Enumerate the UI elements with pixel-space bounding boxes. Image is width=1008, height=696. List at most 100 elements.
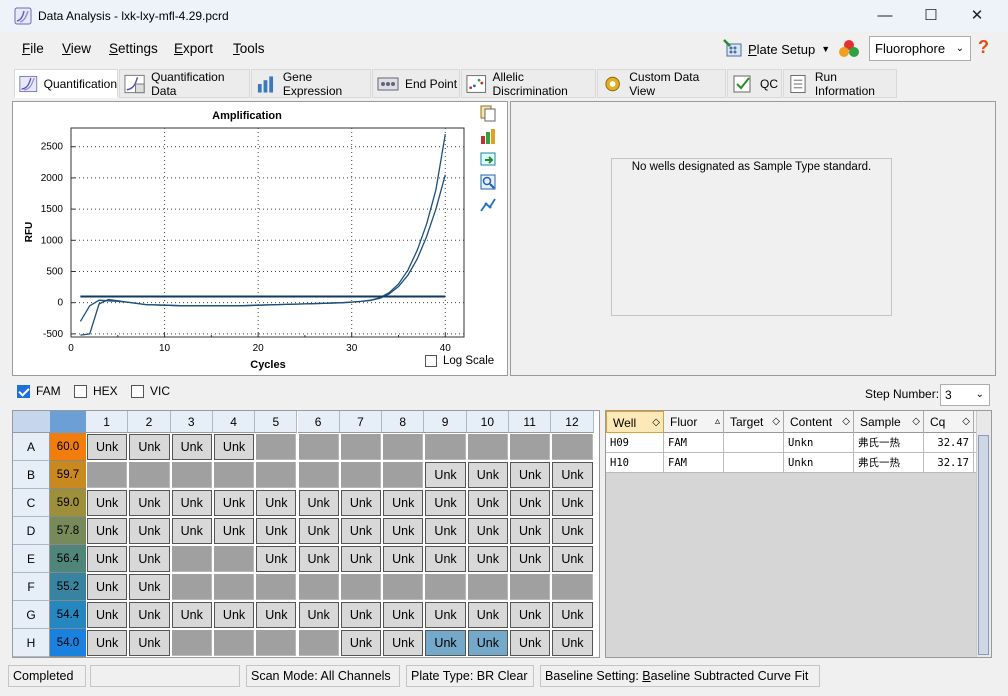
plate-well-empty[interactable] [552,574,593,600]
chart-options-icon[interactable] [479,127,497,145]
plate-well[interactable]: Unk [129,574,170,600]
plate-well-empty[interactable] [340,574,382,600]
plate-well[interactable]: Unk [171,602,212,628]
plate-well[interactable]: Unk [213,490,255,516]
plate-well[interactable]: Unk [129,602,170,628]
menu-settings[interactable]: Settings [109,41,158,56]
plate-column-header[interactable]: 3 [170,411,213,433]
plate-well[interactable]: Unk [256,602,297,628]
plate-well[interactable]: Unk [510,462,551,488]
plate-well[interactable]: Unk [425,490,466,516]
tab-quantification[interactable]: Quantification [14,69,118,98]
log-scale-toggle[interactable]: Log Scale [425,355,494,367]
plate-well[interactable]: Unk [467,490,508,516]
plate-well[interactable]: Unk [213,434,255,460]
zoom-icon[interactable] [479,173,497,191]
copy-icon[interactable] [479,104,497,122]
plate-well[interactable]: Unk [340,602,382,628]
step-number-select[interactable]: 3 ⌄ [940,384,990,406]
plate-well-empty[interactable] [171,630,212,656]
plate-well-empty[interactable] [298,462,339,488]
plate-column-header[interactable]: 11 [509,411,552,433]
plate-well-empty[interactable] [256,462,297,488]
plate-column-header[interactable]: 10 [466,411,509,433]
minimize-button[interactable]: — [862,0,908,32]
plate-well-empty[interactable] [510,574,551,600]
tab-allelic-discrimination[interactable]: Allelic Discrimination [461,69,596,98]
plate-well[interactable]: Unk [298,490,339,516]
well-table[interactable]: Well ◇ Fluor ▵ Target ◇ Content ◇ Sample ◇ Cq… [605,410,992,658]
sort-icon[interactable]: ◇ [652,412,660,434]
menu-view[interactable]: View [62,41,91,56]
plate-well[interactable]: Unk [129,490,170,516]
plate-column-header[interactable]: 9 [424,411,467,433]
plate-well[interactable]: Unk [298,602,339,628]
column-header-cq[interactable]: Cq ◇ [924,411,974,433]
plate-well[interactable]: Unk [425,602,466,628]
plate-well[interactable]: Unk [552,602,593,628]
plate-well[interactable]: Unk [171,490,212,516]
plate-well[interactable]: Unk [425,546,466,572]
plate-column-header[interactable]: 8 [382,411,425,433]
plate-well-empty[interactable] [171,574,212,600]
plate-row-header[interactable]: H [13,629,50,657]
plate-well-empty[interactable] [510,434,551,460]
plate-well[interactable]: Unk [467,630,508,656]
plate-well[interactable]: Unk [256,518,297,544]
plate-well-empty[interactable] [425,434,466,460]
plate-well[interactable]: Unk [383,518,424,544]
sort-icon[interactable]: ◇ [772,411,780,433]
plate-well-empty[interactable] [340,434,382,460]
plate-well[interactable]: Unk [383,602,424,628]
plate-view[interactable]: 1 2 3 4 5 6 7 8 9 10 11 12 A 60.0 Unk Unk Unk Unk B 59.7 Unk… [12,410,600,658]
plate-well[interactable]: Unk [383,546,424,572]
plate-well[interactable]: Unk [467,518,508,544]
fluorophore-select[interactable]: Fluorophore ⌄ [869,36,971,61]
plate-well-empty[interactable] [383,434,424,460]
plate-well-empty[interactable] [87,462,128,488]
plate-row-header[interactable]: D [13,517,50,545]
plate-well-empty[interactable] [340,462,382,488]
column-header-sample[interactable]: Sample ◇ [854,411,924,433]
plate-well[interactable]: Unk [340,630,382,656]
plate-well[interactable]: Unk [425,462,466,488]
vic-checkbox[interactable] [131,384,144,398]
menu-tools[interactable]: Tools [233,41,265,56]
plate-well-empty[interactable] [383,462,424,488]
log-scale-checkbox[interactable] [425,355,437,367]
plate-well[interactable]: Unk [552,462,593,488]
plate-well[interactable]: Unk [87,630,128,656]
tab-run-information[interactable]: Run Information [783,69,897,98]
sort-icon[interactable]: ◇ [912,411,920,433]
plate-well[interactable]: Unk [510,630,551,656]
plate-well-empty[interactable] [298,574,339,600]
plate-well[interactable]: Unk [467,602,508,628]
plate-well[interactable]: Unk [298,518,339,544]
plate-well-empty[interactable] [256,434,297,460]
tab-quantification-data[interactable]: Quantification Data [119,69,250,98]
plate-column-header[interactable]: 1 [86,411,129,433]
plate-well-empty[interactable] [171,546,212,572]
plate-well-empty[interactable] [383,574,424,600]
dye-icon[interactable] [836,37,862,61]
plate-row-header[interactable]: F [13,573,50,601]
plate-well[interactable]: Unk [87,546,128,572]
plate-well[interactable]: Unk [552,630,593,656]
plate-well[interactable]: Unk [87,602,128,628]
plate-well[interactable]: Unk [510,490,551,516]
hex-toggle[interactable]: HEX [74,384,118,398]
sort-icon[interactable]: ◇ [962,411,970,433]
plate-well-empty[interactable] [213,546,255,572]
plate-well[interactable]: Unk [256,546,297,572]
plate-well-empty[interactable] [213,574,255,600]
plate-column-header[interactable]: 7 [339,411,383,433]
trace-icon[interactable] [479,196,497,214]
plate-well-empty[interactable] [213,630,255,656]
plate-column-header[interactable]: 2 [128,411,171,433]
menu-export[interactable]: Export [174,41,213,56]
fam-checkbox[interactable] [17,384,30,398]
plate-well[interactable]: Unk [87,434,128,460]
plate-row-header[interactable]: A [13,433,50,461]
plate-well[interactable]: Unk [129,434,170,460]
plate-well-empty[interactable] [256,574,297,600]
